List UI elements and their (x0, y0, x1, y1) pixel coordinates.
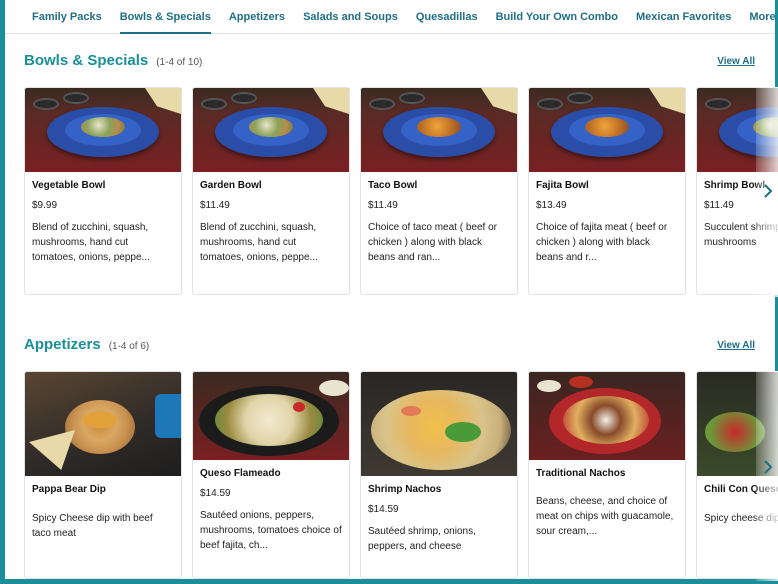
menu-item-card[interactable]: Garden Bowl $11.49 Blend of zucchini, sq… (192, 87, 350, 295)
item-price: $14.59 (368, 504, 399, 515)
item-photo (361, 88, 517, 172)
item-description: Blend of zucchini, squash, mushrooms, ha… (32, 222, 150, 263)
nav-appetizers[interactable]: Appetizers (229, 0, 285, 34)
item-description: Spicy Cheese dip with beef taco meat (32, 513, 153, 539)
item-price: $9.99 (32, 200, 58, 211)
item-name: Pappa Bear Dip (32, 484, 106, 495)
carousel-next-button[interactable] (760, 183, 776, 199)
item-name: Queso Flameado (200, 468, 281, 479)
view-all-link[interactable]: View All (717, 340, 755, 351)
section-bowls-specials: Bowls & Specials (1-4 of 10) View All Ve… (24, 52, 778, 297)
item-name: Fajita Bowl (536, 180, 589, 191)
chevron-right-icon (764, 184, 773, 198)
nav-salads-soups[interactable]: Salads and Soups (303, 0, 398, 34)
category-nav: Family Packs Bowls & Specials Appetizers… (5, 0, 778, 34)
item-photo (193, 88, 349, 172)
menu-item-card[interactable]: Fajita Bowl $13.49 Choice of fajita meat… (528, 87, 686, 295)
menu-item-card[interactable]: Queso Flameado $14.59 Sautéed onions, pe… (192, 371, 350, 579)
menu-item-card[interactable]: Shrimp Nachos $14.59 Sautéed shrimp, oni… (360, 371, 518, 579)
item-carousel: Vegetable Bowl $9.99 Blend of zucchini, … (24, 87, 778, 297)
section-count: (1-4 of 10) (156, 57, 203, 68)
nav-more-label: More (749, 10, 776, 23)
nav-build-your-own-combo[interactable]: Build Your Own Combo (496, 0, 618, 34)
item-photo (25, 88, 181, 172)
nav-more-button[interactable]: More (749, 0, 778, 34)
item-photo (529, 88, 685, 172)
nav-quesadillas[interactable]: Quesadillas (416, 0, 478, 34)
item-description: Blend of zucchini, squash, mushrooms, ha… (200, 222, 318, 263)
item-name: Shrimp Nachos (368, 484, 442, 495)
item-price: $11.49 (200, 200, 230, 211)
menu-item-card[interactable]: Taco Bowl $11.49 Choice of taco meat ( b… (360, 87, 518, 295)
item-description: Choice of taco meat ( beef or chicken ) … (368, 222, 497, 263)
item-photo (361, 372, 517, 476)
item-price: $14.59 (200, 488, 231, 499)
section-appetizers: Appetizers (1-4 of 6) View All Pappa Bea… (24, 336, 778, 581)
menu-item-card[interactable]: Pappa Bear Dip Spicy Cheese dip with bee… (24, 371, 182, 579)
item-carousel: Pappa Bear Dip Spicy Cheese dip with bee… (24, 371, 778, 581)
section-title: Bowls & Specials (24, 52, 149, 69)
carousel-next-button[interactable] (760, 459, 776, 475)
section-count: (1-4 of 6) (108, 341, 150, 352)
item-description: Choice of fajita meat ( beef or chicken … (536, 222, 668, 263)
page-frame-left (0, 0, 5, 584)
item-name: Vegetable Bowl (32, 180, 106, 191)
view-all-link[interactable]: View All (717, 56, 755, 67)
menu-item-card[interactable]: Vegetable Bowl $9.99 Blend of zucchini, … (24, 87, 182, 295)
item-price: $11.49 (368, 200, 398, 211)
chevron-right-icon (764, 460, 773, 474)
item-price: $13.49 (536, 200, 567, 211)
carousel-fade (756, 371, 778, 581)
section-title: Appetizers (24, 336, 101, 353)
item-description: Sautéed shrimp, onions, peppers, and che… (368, 526, 476, 552)
item-photo (529, 372, 685, 460)
item-name: Taco Bowl (368, 180, 418, 191)
nav-mexican-favorites[interactable]: Mexican Favorites (636, 0, 731, 34)
item-photo (193, 372, 349, 460)
item-description: Sautéed onions, peppers, mushrooms, toma… (200, 510, 342, 551)
nav-bowls-specials[interactable]: Bowls & Specials (119, 0, 211, 34)
nav-family-packs[interactable]: Family Packs (32, 0, 102, 34)
menu-item-card[interactable]: Traditional Nachos Beans, cheese, and ch… (528, 371, 686, 579)
item-photo (25, 372, 181, 476)
item-name: Traditional Nachos (536, 468, 626, 479)
item-description: Beans, cheese, and choice of meat on chi… (536, 496, 674, 537)
item-name: Garden Bowl (200, 180, 262, 191)
